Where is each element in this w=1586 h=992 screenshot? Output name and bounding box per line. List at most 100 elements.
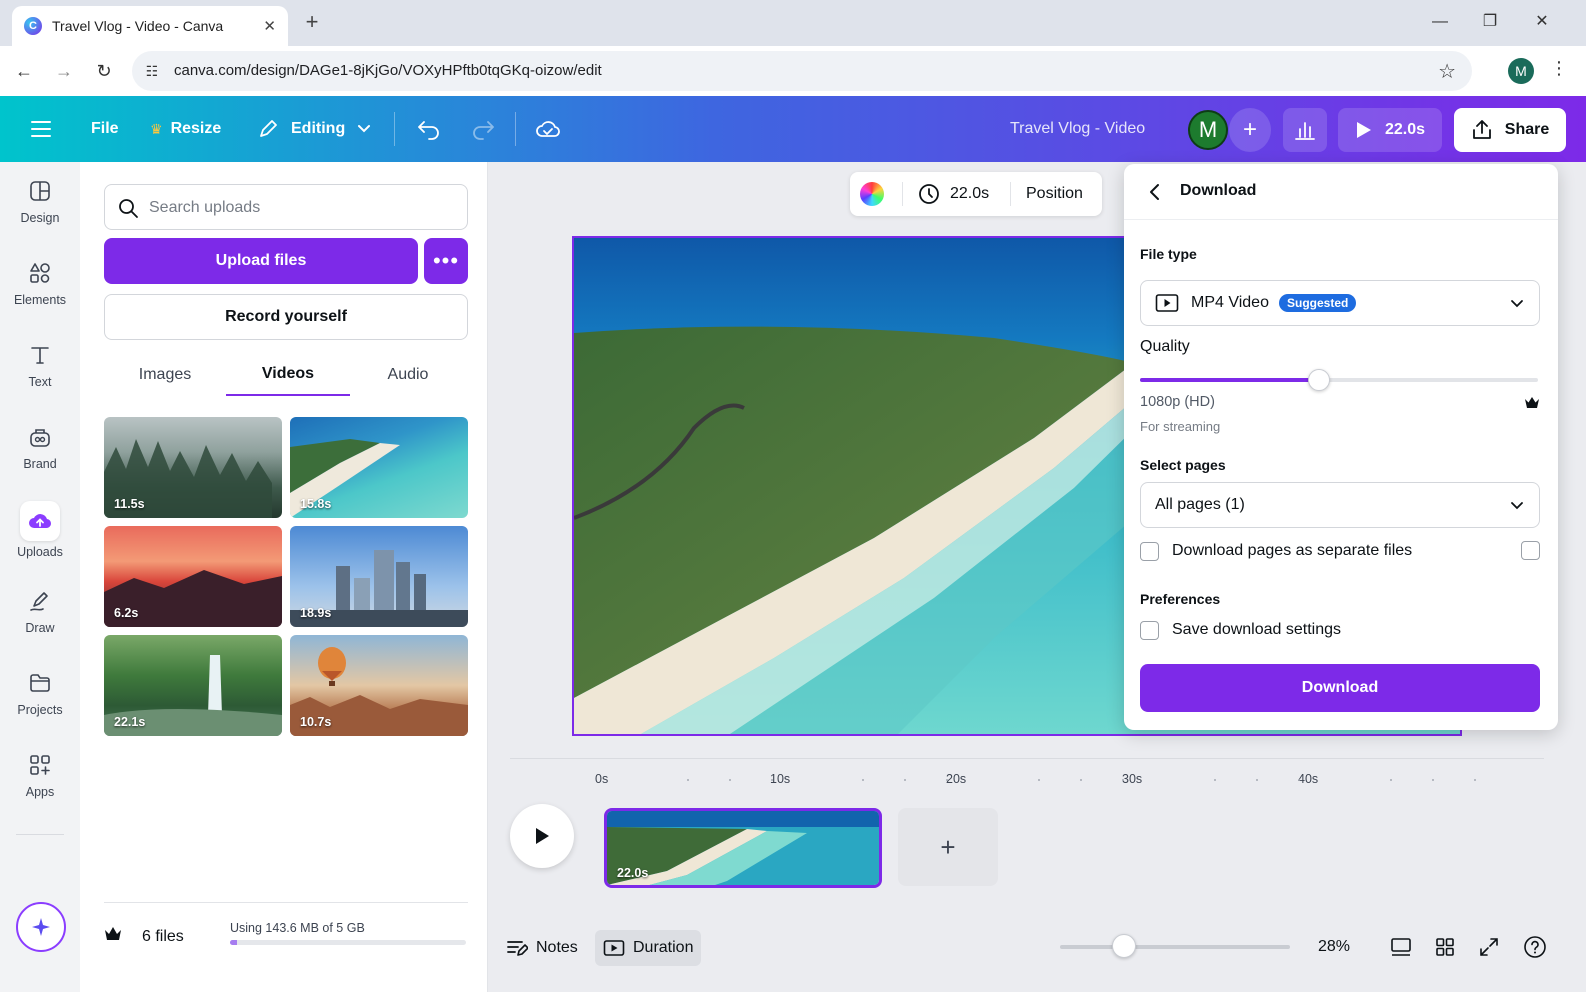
magic-assistant-button[interactable] xyxy=(16,902,66,952)
quality-slider-handle[interactable] xyxy=(1308,369,1330,391)
quality-slider-track[interactable] xyxy=(1140,378,1538,382)
tab-videos[interactable]: Videos xyxy=(226,354,350,396)
browser-tab[interactable]: C Travel Vlog - Video - Canva ✕ xyxy=(12,6,288,46)
timeline-tick xyxy=(1474,779,1476,781)
video-thumbnail[interactable]: 15.8s xyxy=(290,417,468,518)
save-settings-option[interactable]: Save download settings xyxy=(1140,618,1540,642)
fullscreen-icon[interactable] xyxy=(1476,934,1502,960)
add-page-button[interactable]: + xyxy=(898,808,998,886)
browser-profile-avatar[interactable]: M xyxy=(1508,58,1534,84)
rail-item-elements[interactable]: Elements xyxy=(0,244,80,324)
page-view-icon[interactable] xyxy=(1388,934,1414,960)
close-tab-icon[interactable]: ✕ xyxy=(263,17,276,35)
url-text[interactable]: canva.com/design/DAGe1-8jKjGo/VOXyHPftb0… xyxy=(174,62,602,79)
tab-audio[interactable]: Audio xyxy=(358,354,458,396)
quality-value: 1080p (HD) xyxy=(1140,394,1215,410)
restore-icon[interactable]: ❐ xyxy=(1478,10,1502,34)
chevron-down-icon xyxy=(1511,300,1523,308)
invite-collaborator-button[interactable]: + xyxy=(1229,108,1271,152)
tab-images[interactable]: Images xyxy=(114,354,216,396)
minimize-icon[interactable]: — xyxy=(1428,10,1452,34)
video-duration: 15.8s xyxy=(300,497,332,511)
upload-files-button[interactable]: Upload files xyxy=(104,238,418,284)
preferences-label: Preferences xyxy=(1140,591,1221,607)
separate-files-checkbox[interactable] xyxy=(1140,541,1159,561)
cloud-saved-icon[interactable] xyxy=(535,96,561,162)
redo-icon[interactable] xyxy=(470,96,496,162)
video-thumbnail[interactable]: 22.1s xyxy=(104,635,282,736)
color-picker-icon[interactable] xyxy=(860,182,884,206)
forward-arrow-icon[interactable]: → xyxy=(51,58,77,84)
select-pages-dropdown[interactable]: All pages (1) xyxy=(1140,482,1540,528)
rail-item-brand[interactable]: Brand xyxy=(0,408,80,488)
video-thumbnail[interactable]: 6.2s xyxy=(104,526,282,627)
more-options-button[interactable]: ••• xyxy=(424,238,468,284)
help-icon[interactable] xyxy=(1522,934,1548,960)
video-thumbnail[interactable]: 11.5s xyxy=(104,417,282,518)
file-type-dropdown[interactable]: MP4 Video Suggested xyxy=(1140,280,1540,326)
collaborator-avatar[interactable]: M xyxy=(1188,110,1228,150)
zoom-slider-handle[interactable] xyxy=(1112,934,1136,958)
main-menu-icon[interactable] xyxy=(30,96,52,162)
rail-divider xyxy=(16,834,64,835)
rail-item-uploads[interactable]: Uploads xyxy=(0,490,80,570)
quality-slider-fill xyxy=(1140,378,1320,382)
notes-button[interactable]: Notes xyxy=(498,930,586,966)
separate-files-option[interactable]: Download pages as separate files xyxy=(1140,539,1540,563)
timeline-label: 0s xyxy=(595,772,609,786)
timeline-clip[interactable]: 22.0s xyxy=(604,808,882,888)
rail-item-design[interactable]: Design xyxy=(0,162,80,242)
crown-icon: ♛ xyxy=(150,120,163,137)
new-tab-icon[interactable]: + xyxy=(300,10,324,34)
site-settings-icon[interactable]: ☷ xyxy=(142,61,162,81)
insights-button[interactable] xyxy=(1283,108,1327,152)
file-type-label: File type xyxy=(1140,246,1197,262)
back-chevron-icon[interactable] xyxy=(1142,180,1166,204)
video-thumbnail[interactable]: 10.7s xyxy=(290,635,468,736)
separate-files-toggle[interactable] xyxy=(1521,541,1540,560)
select-pages-value: All pages (1) xyxy=(1155,496,1245,513)
download-button[interactable]: Download xyxy=(1140,664,1540,712)
rail-item-text[interactable]: Text xyxy=(0,326,80,406)
storage-usage-bar xyxy=(230,940,466,945)
rail-label: Projects xyxy=(17,703,63,717)
search-box[interactable] xyxy=(104,184,468,230)
bookmark-star-icon[interactable]: ☆ xyxy=(1438,59,1456,84)
rail-item-draw[interactable]: Draw xyxy=(0,572,80,652)
editing-mode-dropdown[interactable]: Editing xyxy=(257,96,371,162)
timeline-tick xyxy=(1256,779,1258,781)
record-yourself-button[interactable]: Record yourself xyxy=(104,294,468,340)
page-duration-button[interactable]: 22.0s xyxy=(918,172,989,216)
design-title[interactable]: Travel Vlog - Video xyxy=(1010,96,1145,162)
select-pages-label: Select pages xyxy=(1140,457,1226,473)
timeline-play-button[interactable] xyxy=(510,804,574,868)
duration-button[interactable]: Duration xyxy=(595,930,702,966)
present-play-button[interactable]: 22.0s xyxy=(1338,108,1442,152)
zoom-slider-track[interactable] xyxy=(1060,945,1290,949)
video-frame-icon xyxy=(603,940,625,956)
zoom-level[interactable]: 28% xyxy=(1318,938,1350,956)
rail-item-projects[interactable]: Projects xyxy=(0,654,80,734)
file-type-value: MP4 Video xyxy=(1191,294,1269,311)
file-menu[interactable]: File xyxy=(91,96,119,162)
resize-button[interactable]: ♛ Resize xyxy=(150,96,221,162)
quality-label: Quality xyxy=(1140,338,1190,355)
video-thumbnail[interactable]: 18.9s xyxy=(290,526,468,627)
browser-menu-icon[interactable]: ⋮ xyxy=(1550,58,1568,79)
share-button[interactable]: Share xyxy=(1454,108,1566,152)
video-duration: 10.7s xyxy=(300,715,332,729)
resize-label: Resize xyxy=(170,120,222,137)
search-input[interactable] xyxy=(149,195,449,221)
reload-icon[interactable]: ↻ xyxy=(91,58,117,84)
timeline-tick xyxy=(687,779,689,781)
back-arrow-icon[interactable]: ← xyxy=(11,58,37,84)
rail-item-apps[interactable]: Apps xyxy=(0,736,80,816)
notes-label: Notes xyxy=(536,939,578,956)
address-bar[interactable]: ☷ canva.com/design/DAGe1-8jKjGo/VOXyHPft… xyxy=(132,51,1472,91)
timeline-tick xyxy=(1298,779,1300,781)
close-window-icon[interactable]: ✕ xyxy=(1530,10,1554,34)
undo-icon[interactable] xyxy=(416,96,442,162)
grid-view-icon[interactable] xyxy=(1432,934,1458,960)
save-settings-checkbox[interactable] xyxy=(1140,620,1159,640)
position-button[interactable]: Position xyxy=(1026,172,1083,216)
